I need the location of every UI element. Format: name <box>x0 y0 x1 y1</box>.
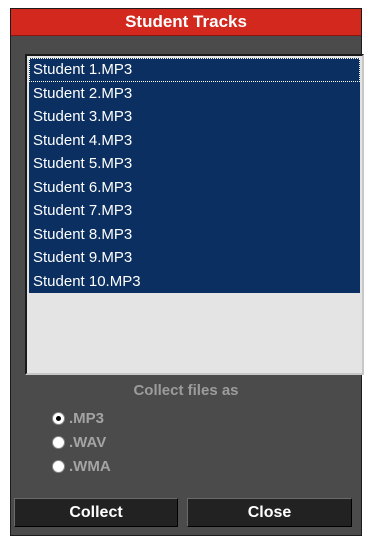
radio-icon[interactable] <box>52 459 65 473</box>
format-option-label: .WAV <box>69 433 107 451</box>
format-option-label: .MP3 <box>69 409 105 427</box>
collect-button[interactable]: Collect <box>14 498 178 527</box>
list-item[interactable]: Student 4.MP3 <box>29 128 360 152</box>
format-option-mp3[interactable]: .MP3 <box>52 407 104 429</box>
list-item[interactable]: Student 6.MP3 <box>29 175 360 199</box>
format-option-wav[interactable]: .WAV <box>52 431 106 453</box>
list-item[interactable]: Student 9.MP3 <box>29 246 360 270</box>
radio-selected-icon[interactable] <box>52 411 65 425</box>
list-item[interactable]: Student 5.MP3 <box>29 152 360 176</box>
list-item[interactable]: Student 1.MP3 <box>29 58 360 82</box>
list-item[interactable]: Student 10.MP3 <box>29 269 360 293</box>
collect-format-label: Collect files as <box>133 382 239 399</box>
list-item[interactable]: Student 3.MP3 <box>29 105 360 129</box>
list-item[interactable]: Student 7.MP3 <box>29 199 360 223</box>
close-button[interactable]: Close <box>187 498 352 527</box>
list-item[interactable]: Student 2.MP3 <box>29 81 360 105</box>
list-item[interactable]: Student 8.MP3 <box>29 222 360 246</box>
radio-icon[interactable] <box>52 435 65 449</box>
format-option-wma[interactable]: .WMA <box>52 455 111 477</box>
format-option-label: .WMA <box>69 457 111 475</box>
dialog-title: Student Tracks <box>11 9 361 36</box>
student-tracks-dialog: Student Tracks Student 1.MP3 Student 2.M… <box>10 8 364 536</box>
tracks-listbox[interactable]: Student 1.MP3 Student 2.MP3 Student 3.MP… <box>25 54 364 375</box>
